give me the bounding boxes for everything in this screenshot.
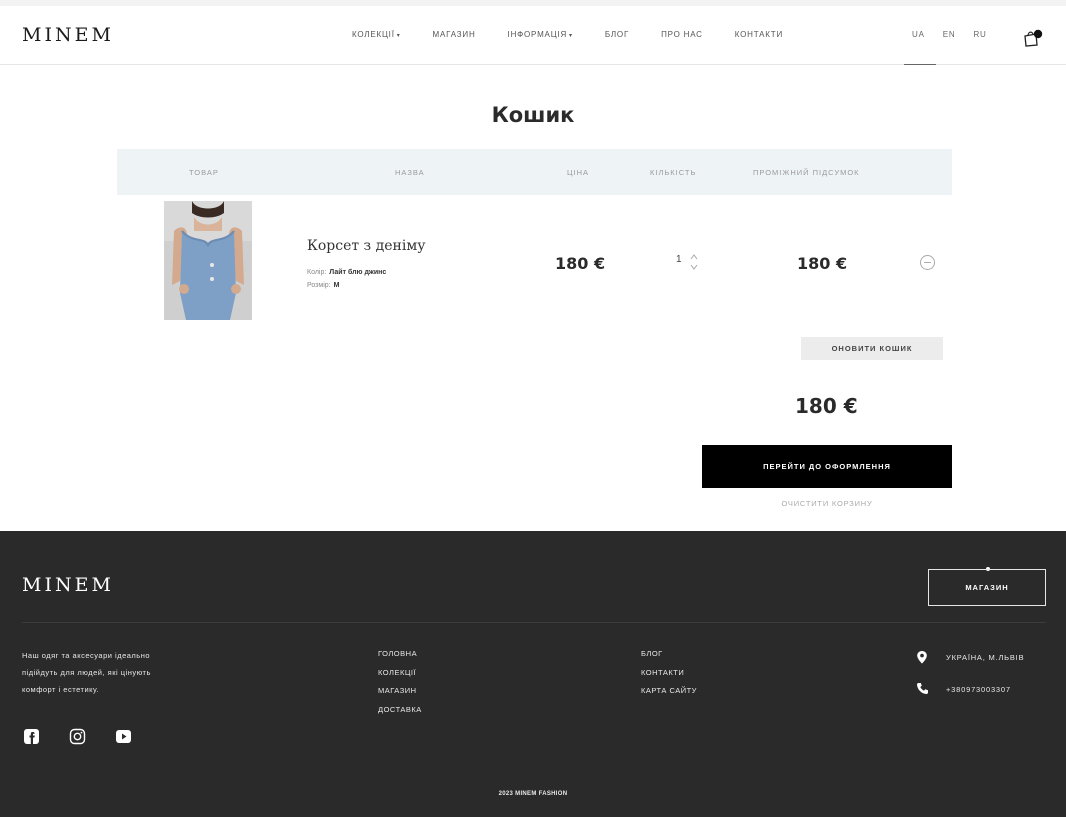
nav-item-collections[interactable]: КОЛЕКЦІЇ ▾ [352,30,401,39]
instagram-icon[interactable] [69,728,86,745]
product-image[interactable] [164,201,252,320]
phone-icon [917,683,928,694]
chevron-down-icon: ▾ [396,33,401,39]
item-subtotal: 180 € [797,254,848,273]
col-product: ТОВАР [189,168,219,177]
color-label: Колір: [307,269,327,276]
lang-en[interactable]: EN [943,30,956,39]
footer-link-collections[interactable]: КОЛЕКЦІЇ [378,668,422,687]
active-lang-indicator [904,64,936,65]
footer-link-sitemap[interactable]: КАРТА САЙТУ [641,686,697,705]
nav-label: КОНТАКТИ [734,30,783,39]
nav-label: ПРО НАС [661,30,703,39]
nav-label: БЛОГ [604,30,630,39]
footer-links-main: ГОЛОВНА КОЛЕКЦІЇ МАГАЗИН ДОСТАВКА [378,649,422,723]
nav-label: МАГАЗИН [432,30,476,39]
size-value: M [333,282,340,289]
col-quantity: КІЛЬКІСТЬ [650,168,697,177]
language-switcher: UA EN RU [912,30,1005,39]
clear-cart-link[interactable]: ОЧИСТИТИ КОРЗИНУ [702,499,952,508]
site-footer: MINEM МАГАЗИН Наш одяг та аксесуари ідеа… [0,531,1066,817]
nav-label: КОЛЕКЦІЇ [352,30,395,39]
nav-item-contacts[interactable]: КОНТАКТИ [735,30,783,39]
update-cart-button[interactable]: ОНОВИТИ КОШИК [801,337,943,360]
col-subtotal: ПРОМІЖНИЙ ПІДСУМОК [753,168,860,177]
lang-ru[interactable]: RU [973,30,986,39]
footer-link-contacts[interactable]: КОНТАКТИ [641,668,697,687]
nav-item-info[interactable]: ІНФОРМАЦІЯ ▾ [508,30,573,39]
shopping-bag-icon[interactable] [1022,28,1044,48]
footer-link-shop[interactable]: МАГАЗИН [378,686,422,705]
footer-logo[interactable]: MINEM [22,574,114,596]
facebook-icon[interactable] [23,728,40,745]
site-logo[interactable]: MINEM [22,24,114,46]
phone-text: +380973003307 [946,685,1011,694]
footer-about-text: Наш одяг та аксесуари ідеально підійдуть… [22,651,151,694]
nav-item-about[interactable]: ПРО НАС [661,30,703,39]
footer-links-secondary: БЛОГ КОНТАКТИ КАРТА САЙТУ [641,649,697,705]
footer-link-blog[interactable]: БЛОГ [641,649,697,668]
nav-label: ІНФОРМАЦІЯ [507,30,568,39]
site-header: MINEM КОЛЕКЦІЇ ▾ МАГАЗИН ІНФОРМАЦІЯ ▾ БЛОГ… [0,6,1066,65]
remove-item-icon[interactable] [919,254,936,271]
product-color: Колір: Лайт блю джинс [307,269,386,276]
youtube-icon[interactable] [115,728,132,745]
nav-item-shop[interactable]: МАГАЗИН [433,30,476,39]
shops-button[interactable]: МАГАЗИН [928,569,1046,606]
cart-table-header: ТОВАР НАЗВА ЦІНА КІЛЬКІСТЬ ПРОМІЖНИЙ ПІД… [117,149,952,195]
quantity-stepper[interactable] [688,251,700,273]
product-size: Розмір: M [307,282,339,289]
col-price: ЦІНА [567,168,590,177]
footer-divider [22,622,1046,623]
page-title: Кошик [491,103,575,127]
lang-ua[interactable]: UA [912,30,925,39]
address-text: УКРАЇНА, М.ЛЬВІВ [946,653,1025,662]
quantity-input[interactable]: 1 [676,254,682,265]
product-name[interactable]: Корсет з деніму [307,238,425,254]
cart-total: 180 € [795,394,858,418]
color-value: Лайт блю джинс [329,269,387,276]
location-pin-icon [917,651,927,664]
item-price: 180 € [555,254,606,273]
checkout-button[interactable]: ПЕРЕЙТИ ДО ОФОРМЛЕННЯ [702,445,952,488]
main-nav: КОЛЕКЦІЇ ▾ МАГАЗИН ІНФОРМАЦІЯ ▾ БЛОГ ПРО Н… [352,30,815,39]
copyright-text: 2023 MINEM FASHION [498,791,568,797]
size-label: Розмір: [307,282,331,289]
footer-link-delivery[interactable]: ДОСТАВКА [378,705,422,724]
chevron-down-icon: ▾ [569,33,573,39]
col-name: НАЗВА [395,168,425,177]
footer-link-home[interactable]: ГОЛОВНА [378,649,422,668]
nav-item-blog[interactable]: БЛОГ [605,30,629,39]
